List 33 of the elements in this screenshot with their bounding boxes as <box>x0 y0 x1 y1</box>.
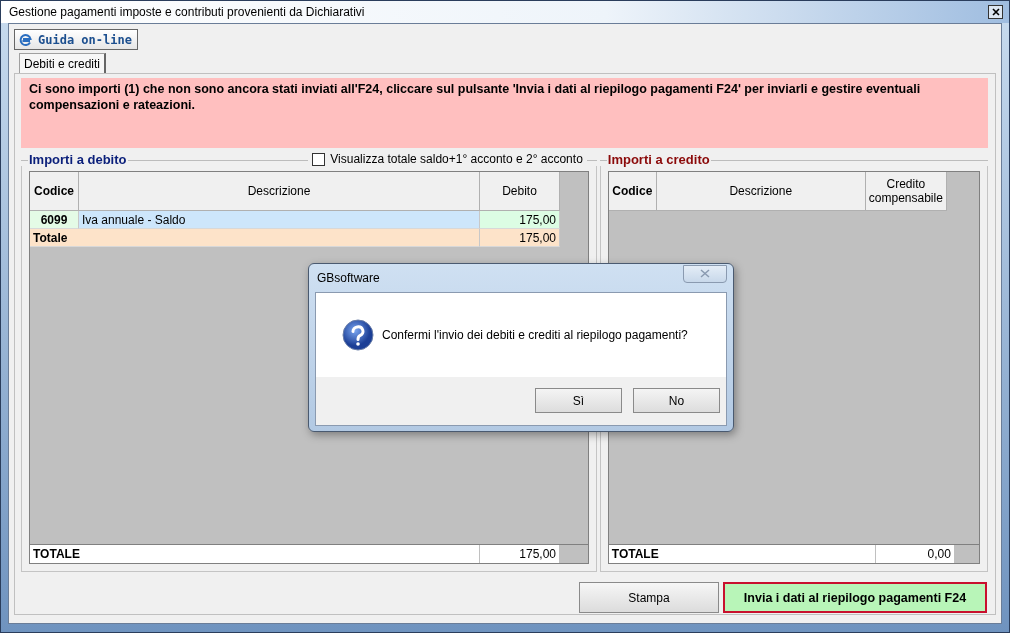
checkbox[interactable]: Visualizza totale saldo+1° acconto e 2° acconto <box>308 152 587 166</box>
table-cell: TOTALE <box>30 545 480 563</box>
table-cell: TOTALE <box>608 545 876 563</box>
table-cell: Iva annuale - Saldo <box>79 211 480 229</box>
table-cell: 175,00 <box>480 211 560 229</box>
table-cell: 0,00 <box>875 545 955 563</box>
send-button[interactable]: Invia i dati al riepilogo pagamenti F24 <box>723 582 987 613</box>
column-header: Descrizione <box>79 172 480 211</box>
guide-button[interactable]: Guida on-line <box>14 29 138 50</box>
column-header: Codice <box>608 172 657 211</box>
dialog-button[interactable]: Sì <box>535 388 622 413</box>
warning-banner: Ci sono importi (1) che non sono ancora stati inviati all'F24, cliccare sul pulsante 'Invia i dati al riepilogo pagamenti F24' per inviarli e gestire eventuali compensazioni e rateazioni. <box>21 78 988 148</box>
column-header: Debito <box>480 172 560 211</box>
group-title: Importi a debito <box>28 151 128 167</box>
dialog-message: Confermi l'invio dei debiti e crediti al riepilogo pagamenti? <box>382 328 688 342</box>
table-cell: 175,00 <box>480 229 560 247</box>
browser-icon <box>19 32 33 47</box>
question-icon <box>342 319 374 351</box>
tab[interactable]: Debiti e crediti <box>19 53 107 74</box>
dialog-title: GBsoftware <box>317 271 380 285</box>
group-title: Importi a credito <box>606 151 711 167</box>
window-title: Gestione pagamenti imposte e contributi provenienti da Dichiarativi <box>9 5 365 19</box>
column-header: Credito compensabile <box>865 172 947 211</box>
table-cell: 175,00 <box>480 545 560 563</box>
column-header: Descrizione <box>656 172 866 211</box>
table-cell: Totale <box>30 229 480 247</box>
close-icon <box>700 269 710 278</box>
dialog-button[interactable]: No <box>633 388 720 413</box>
column-header: Codice <box>30 172 79 211</box>
print-button[interactable]: Stampa <box>579 582 719 613</box>
close-icon <box>991 8 1000 16</box>
close-button[interactable] <box>988 5 1003 19</box>
table-cell: 6099 <box>30 211 79 229</box>
